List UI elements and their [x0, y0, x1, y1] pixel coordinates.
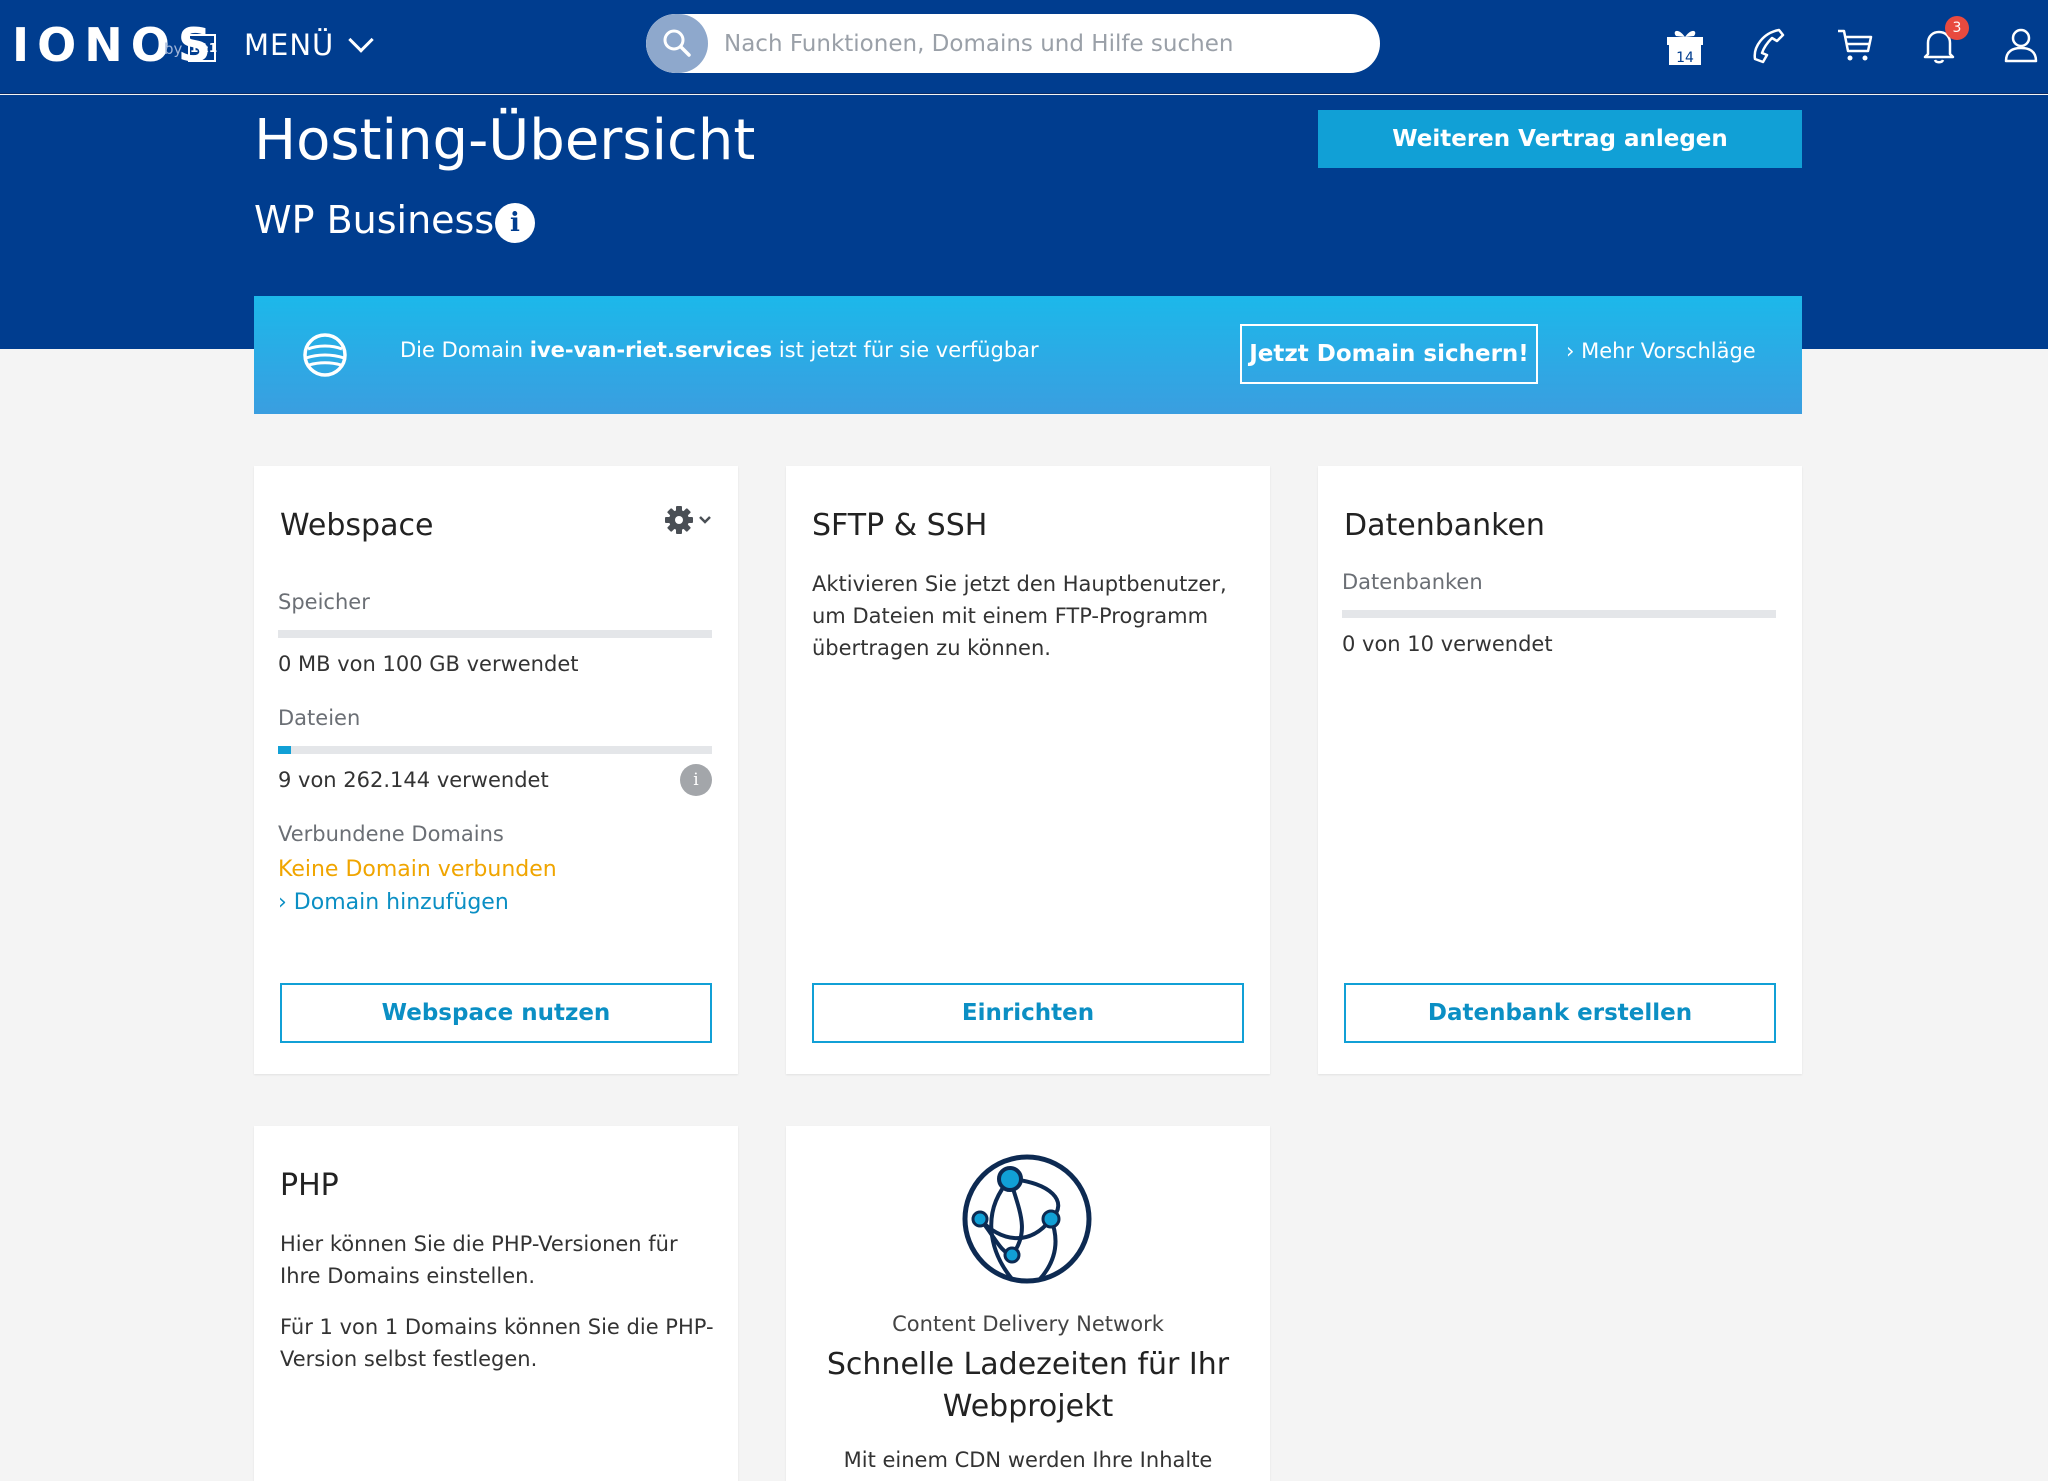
- files-usage-bar: [278, 746, 712, 754]
- cdn-card: Content Delivery Network Schnelle Ladeze…: [786, 1126, 1270, 1481]
- search-bar: [646, 14, 1380, 73]
- webspace-card: Webspace Speicher 0 MB von 100 GB verwen…: [254, 466, 738, 1074]
- cdn-network-globe-icon: [962, 1154, 1092, 1284]
- page-title: Hosting-Übersicht: [254, 108, 756, 173]
- databases-title: Datenbanken: [1344, 508, 1545, 543]
- chevron-down-icon: [348, 27, 374, 53]
- contract-name: WP Business: [254, 198, 495, 242]
- chevron-down-icon: [699, 516, 711, 524]
- logo-by-text: by: [164, 40, 183, 58]
- no-domain-warning: Keine Domain verbunden: [278, 857, 557, 882]
- brand-1und1-logo: 1&1: [188, 34, 217, 62]
- storage-usage-text: 0 MB von 100 GB verwendet: [278, 652, 579, 676]
- domain-globe-icon: [303, 333, 347, 377]
- add-domain-link[interactable]: › Domain hinzufügen: [278, 890, 509, 915]
- setup-sftp-button[interactable]: Einrichten: [812, 983, 1244, 1043]
- php-title: PHP: [280, 1168, 339, 1203]
- secure-domain-button[interactable]: Jetzt Domain sichern!: [1240, 324, 1538, 384]
- phone-button[interactable]: [1744, 20, 1794, 70]
- sftp-description: Aktivieren Sie jetzt den Hauptbenutzer, …: [812, 572, 1227, 660]
- gift-button[interactable]: 14: [1660, 20, 1710, 70]
- use-webspace-button[interactable]: Webspace nutzen: [280, 983, 712, 1043]
- domain-promo-banner: Die Domain ive-van-riet.services ist jet…: [254, 296, 1802, 414]
- storage-label: Speicher: [278, 590, 370, 614]
- sftp-ssh-title: SFTP & SSH: [812, 508, 988, 543]
- menu-label: MENÜ: [244, 28, 335, 62]
- suggested-domain: ive-van-riet.services: [529, 338, 773, 362]
- create-database-button[interactable]: Datenbank erstellen: [1344, 983, 1776, 1043]
- php-card: PHP Hier können Sie die PHP-Versionen fü…: [254, 1126, 738, 1481]
- search-icon: [663, 29, 691, 57]
- php-domains-info: Für 1 von 1 Domains können Sie die PHP-V…: [280, 1315, 714, 1371]
- svg-text:14: 14: [1676, 50, 1694, 66]
- cdn-headline: Schnelle Ladezeiten für Ihr Webprojekt: [826, 1347, 1230, 1424]
- databases-card: Datenbanken Datenbanken 0 von 10 verwend…: [1318, 466, 1802, 1074]
- cart-button[interactable]: [1830, 20, 1880, 70]
- files-info-icon[interactable]: i: [680, 764, 712, 796]
- files-usage-fill: [278, 746, 292, 754]
- gear-icon: [665, 506, 693, 534]
- files-usage-text: 9 von 262.144 verwendet: [278, 768, 549, 792]
- cdn-label: Content Delivery Network: [892, 1312, 1164, 1336]
- gift-icon: 14: [1667, 30, 1703, 66]
- databases-usage-text: 0 von 10 verwendet: [1342, 632, 1553, 656]
- sftp-ssh-card: SFTP & SSH Aktivieren Sie jetzt den Haup…: [786, 466, 1270, 1074]
- databases-usage-bar: [1342, 610, 1776, 618]
- search-button[interactable]: [646, 14, 708, 73]
- webspace-settings-menu[interactable]: [664, 498, 724, 542]
- cdn-description: Mit einem CDN werden Ihre Inhalte: [843, 1448, 1213, 1472]
- storage-usage-bar: [278, 630, 712, 638]
- connected-domains-label: Verbundene Domains: [278, 822, 504, 846]
- search-input[interactable]: [724, 14, 1364, 73]
- account-button[interactable]: [1996, 20, 2046, 70]
- php-description: Hier können Sie die PHP-Versionen für Ih…: [280, 1232, 678, 1288]
- more-suggestions-link[interactable]: › Mehr Vorschläge: [1566, 339, 1756, 363]
- top-navigation: IONOS by 1&1 MENÜ 14: [0, 0, 2048, 94]
- user-icon: [2004, 28, 2038, 63]
- new-contract-button[interactable]: Weiteren Vertrag anlegen: [1318, 110, 1802, 168]
- domain-offer-text: Die Domain ive-van-riet.services ist jet…: [400, 338, 1039, 362]
- menu-button[interactable]: MENÜ: [244, 27, 374, 62]
- phone-icon: [1753, 28, 1785, 64]
- cart-icon: [1838, 29, 1873, 61]
- info-icon[interactable]: i: [495, 203, 535, 243]
- databases-label: Datenbanken: [1342, 570, 1483, 594]
- notification-count-badge: 3: [1945, 16, 1969, 40]
- webspace-title: Webspace: [280, 508, 434, 543]
- files-label: Dateien: [278, 706, 361, 730]
